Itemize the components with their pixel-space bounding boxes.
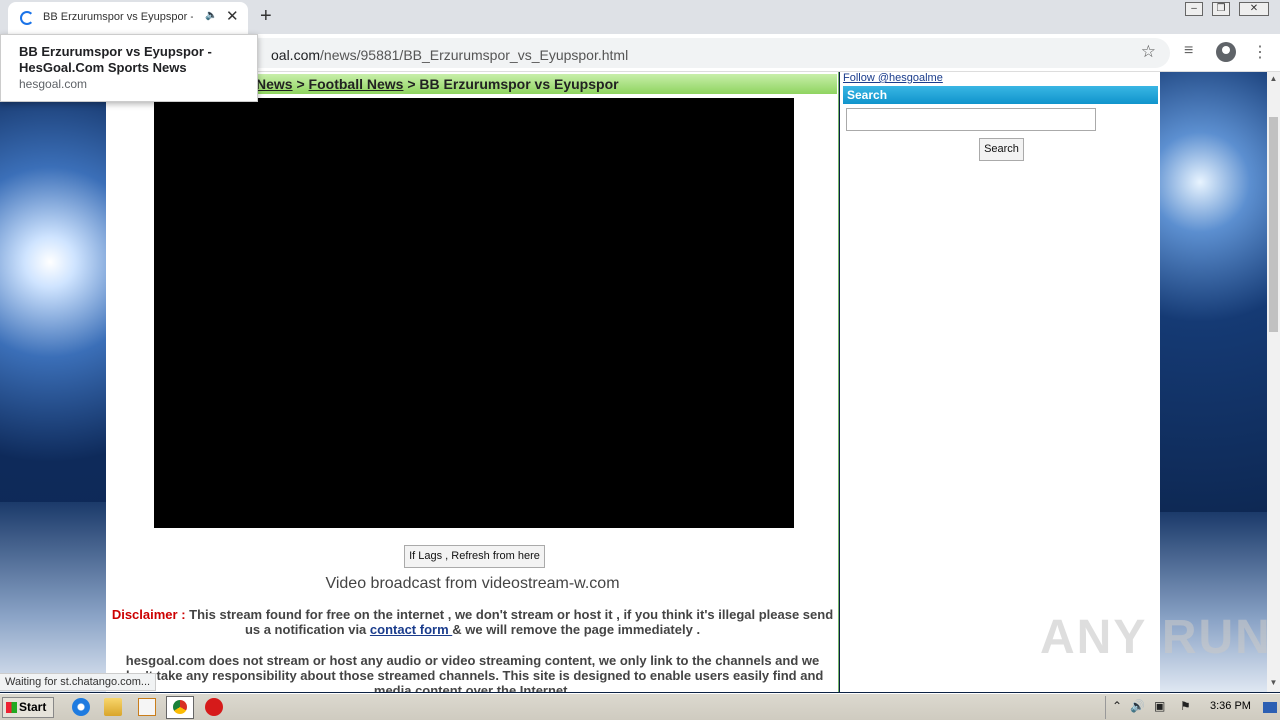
scrollbar-thumb[interactable] [1269,117,1278,332]
close-window-button[interactable]: ✕ [1239,2,1269,16]
breadcrumb-football-news-link[interactable]: Football News [309,76,404,92]
broadcast-source-text: Video broadcast from videostream-w.com [325,575,620,592]
tooltip-domain: hesgoal.com [19,77,88,91]
system-tray: ⌃ 🔊 ▣ ⚑ 3:36 PM [1105,696,1280,719]
volume-icon[interactable]: 🔊 [1130,699,1145,713]
disclaimer: Disclaimer : This stream found for free … [110,607,835,637]
loading-icon [20,11,34,25]
flag-icon[interactable]: ⚑ [1180,699,1191,713]
browser-tab[interactable]: BB Erzurumspor vs Eyupspor - H 🔈 ✕ [8,2,248,34]
minimize-button[interactable]: – [1185,2,1203,16]
menu-icon[interactable]: ⋮ [1252,42,1268,62]
speaker-icon[interactable]: 🔈 [205,10,217,21]
watermark-logo: ANY RUN [1040,611,1272,664]
internet-explorer-icon[interactable] [72,698,90,716]
background-crowd-right [1160,512,1267,692]
tooltip-title: BB Erzurumspor vs Eyupspor - HesGoal.Com… [19,44,212,75]
clock: 3:36 PM [1210,700,1251,712]
status-bar: Waiting for st.chatango.com... [0,673,157,691]
tray-expand-icon[interactable]: ⌃ [1112,699,1122,713]
tab-strip: BB Erzurumspor vs Eyupspor - H 🔈 ✕ + – ❐… [0,0,1280,34]
contact-form-link[interactable]: contact form [370,622,452,637]
media-control-icon[interactable]: ≡ [1184,42,1193,60]
vertical-scrollbar[interactable]: ▲ ▼ [1267,72,1280,692]
profile-avatar-icon[interactable] [1216,42,1236,62]
page-viewport: News > Football News > BB Erzurumspor vs… [0,72,1267,692]
start-button[interactable]: Start [2,697,54,718]
close-icon[interactable]: ✕ [226,8,239,26]
background-image-left [0,502,106,692]
search-header: Search [843,86,1158,104]
url-path: /news/95881/BB_Erzurumspor_vs_Eyupspor.h… [320,47,629,63]
search-button[interactable]: Search [979,138,1024,161]
disclaimer-text-end: & we will remove the page immediately . [452,622,701,637]
show-desktop-icon[interactable] [1263,702,1277,713]
refresh-stream-button[interactable]: If Lags , Refresh from here [404,545,545,568]
breadcrumb-news-link[interactable]: News [256,76,293,92]
sidebar: Follow @hesgoalme Search Search [840,72,1160,692]
about-text: hesgoal.com does not stream or host any … [121,653,824,692]
url-host: oal.com [271,47,321,63]
search-input[interactable] [846,108,1096,131]
media-player-icon[interactable] [138,698,156,716]
video-player[interactable] [154,98,794,528]
follow-twitter-link[interactable]: Follow @hesgoalme [843,72,943,84]
scroll-down-icon[interactable]: ▼ [1267,678,1280,687]
new-tab-button[interactable]: + [260,5,272,27]
breadcrumb-separator: > [292,76,309,92]
disclaimer-label: Disclaimer : [111,607,186,622]
opera-icon[interactable] [205,698,223,716]
bookmark-star-icon[interactable]: ☆ [1141,42,1156,62]
tab-tooltip: BB Erzurumspor vs Eyupspor - HesGoal.Com… [0,34,258,102]
scroll-up-icon[interactable]: ▲ [1267,74,1280,83]
network-icon[interactable]: ▣ [1154,699,1165,713]
url-text: oal.com/news/95881/BB_Erzurumspor_vs_Eyu… [271,47,628,63]
tab-title: BB Erzurumspor vs Eyupspor - H [43,11,193,23]
breadcrumb-separator: > [403,76,420,92]
main-content: News > Football News > BB Erzurumspor vs… [106,72,839,692]
chrome-icon[interactable] [166,696,194,719]
folder-icon[interactable] [104,698,122,716]
breadcrumb-current: BB Erzurumspor vs Eyupspor [419,76,619,92]
restore-button[interactable]: ❐ [1212,2,1230,16]
taskbar: Start ⌃ 🔊 ▣ ⚑ 3:36 PM [0,693,1280,720]
